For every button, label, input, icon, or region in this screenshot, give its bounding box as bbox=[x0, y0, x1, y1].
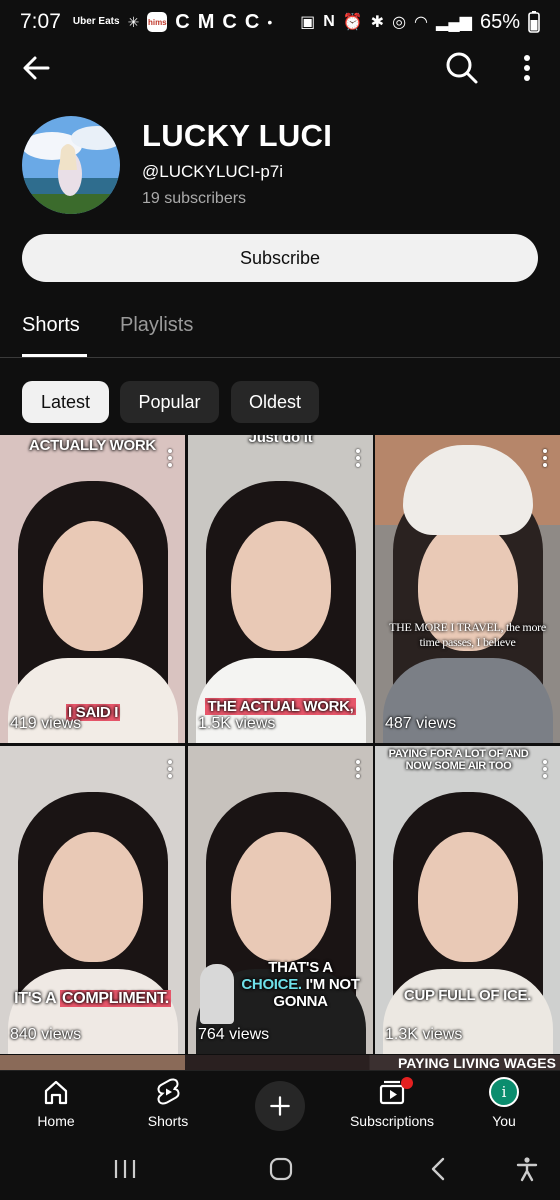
nav-home-label: Home bbox=[37, 1113, 75, 1129]
nav-shorts[interactable]: Shorts bbox=[118, 1077, 218, 1135]
battery-icon bbox=[528, 11, 540, 33]
nav-you[interactable]: i You bbox=[454, 1077, 554, 1135]
home-icon bbox=[44, 1080, 68, 1105]
fan-icon: ✳ bbox=[127, 14, 140, 30]
c-icon: C bbox=[244, 10, 260, 33]
status-time: 7:07 bbox=[20, 10, 61, 33]
bottom-navigation: Home Shorts Subscriptions i You bbox=[0, 1070, 560, 1136]
short-menu-button[interactable] bbox=[165, 449, 175, 469]
app-header bbox=[0, 44, 560, 92]
back-button[interactable] bbox=[18, 52, 58, 84]
short-views: 1.3K views bbox=[385, 1026, 463, 1043]
accessibility-icon bbox=[516, 1157, 538, 1182]
chip-popular[interactable]: Popular bbox=[120, 381, 219, 423]
short-views: 1.5K views bbox=[198, 715, 276, 732]
nav-subscriptions-label: Subscriptions bbox=[349, 1113, 435, 1129]
more-vertical-icon bbox=[524, 55, 530, 81]
short-menu-button[interactable] bbox=[540, 449, 550, 469]
hotspot-icon: ◎ bbox=[392, 14, 407, 31]
shorts-icon bbox=[157, 1078, 180, 1105]
nav-shorts-label: Shorts bbox=[147, 1113, 189, 1129]
short-caption: IT'S A COMPLIMENT. bbox=[14, 990, 171, 1007]
create-button[interactable] bbox=[255, 1081, 305, 1131]
shorts-grid: ACTUALLY WORK I SAID I 419 views Just do… bbox=[0, 435, 560, 1070]
short-caption: THE MORE I TRAVEL, the more time passes,… bbox=[389, 620, 546, 649]
battery-level: 65% bbox=[479, 10, 520, 33]
channel-name: LUCKY LUCI bbox=[142, 118, 333, 153]
bluetooth-icon: ✱ bbox=[370, 14, 385, 31]
lock-icon: ▣ bbox=[300, 14, 316, 31]
short-caption: CUP FULL OF ICE. bbox=[403, 987, 532, 1004]
short-menu-button[interactable] bbox=[540, 760, 550, 780]
uber-eats-icon: Uber Eats bbox=[72, 16, 120, 27]
short-caption-top: Just do it bbox=[248, 435, 313, 446]
alarm-icon: ⏰ bbox=[342, 14, 363, 31]
short-caption: I SAID I bbox=[66, 704, 121, 721]
short-menu-button[interactable] bbox=[165, 760, 175, 780]
avatar-image bbox=[22, 116, 120, 214]
short-views: 487 views bbox=[385, 715, 457, 732]
nav-home[interactable]: Home bbox=[6, 1077, 106, 1135]
short-caption-top: PAYING FOR A LOT OF AND NOW SOME AIR TOO bbox=[388, 748, 529, 772]
recent-apps-icon bbox=[114, 1160, 136, 1178]
hims-icon: hims bbox=[147, 12, 168, 32]
wifi-icon: ◠ bbox=[414, 14, 429, 31]
short-views: 419 views bbox=[10, 715, 82, 732]
dot-icon: • bbox=[267, 14, 273, 30]
chevron-left-icon bbox=[431, 1157, 445, 1181]
nfc-icon: N bbox=[323, 13, 335, 30]
tab-playlists[interactable]: Playlists bbox=[120, 314, 193, 337]
channel-header: LUCKY LUCI @LUCKYLUCI-p7i 19 subscribers bbox=[22, 112, 542, 222]
short-views: 764 views bbox=[198, 1026, 270, 1043]
home-system-button[interactable] bbox=[266, 1156, 296, 1182]
channel-tabs: Shorts Playlists bbox=[0, 300, 560, 358]
nav-you-label: You bbox=[492, 1113, 516, 1129]
system-navigation bbox=[0, 1136, 560, 1200]
short-views: 840 views bbox=[10, 1026, 82, 1043]
channel-handle: @LUCKYLUCI-p7i bbox=[142, 162, 284, 181]
short-caption: THE ACTUAL WORK, bbox=[205, 698, 356, 715]
short-thumbnail[interactable]: Just do it THE ACTUAL WORK, 1.5K views bbox=[188, 435, 373, 743]
short-caption: THAT'S A CHOICE. I'M NOT GONNA bbox=[241, 959, 360, 1010]
subscriber-count: 19 subscribers bbox=[142, 190, 247, 207]
short-thumbnail[interactable]: THAT'S A CHOICE. I'M NOT GONNA 764 views bbox=[188, 746, 373, 1054]
signal-icon: ▂▄▆ bbox=[436, 14, 472, 31]
channel-avatar[interactable] bbox=[22, 116, 120, 214]
c-icon: C bbox=[222, 10, 237, 33]
short-caption-partial: PAYING LIVING WAGES bbox=[398, 1055, 556, 1070]
chip-latest[interactable]: Latest bbox=[22, 381, 109, 423]
active-tab-indicator bbox=[22, 354, 87, 357]
nav-subscriptions[interactable]: Subscriptions bbox=[342, 1077, 442, 1135]
search-button[interactable] bbox=[444, 50, 480, 86]
status-bar: 7:07 Uber Eats ✳ hims C M C C • ▣ N ⏰ ✱ … bbox=[0, 0, 560, 44]
arrow-left-icon bbox=[23, 56, 50, 80]
short-thumbnail[interactable]: ACTUALLY WORK I SAID I 419 views bbox=[0, 435, 185, 743]
subscribe-button[interactable]: Subscribe bbox=[22, 234, 538, 282]
short-thumbnail[interactable]: IT'S A COMPLIMENT. 840 views bbox=[0, 746, 185, 1054]
short-menu-button[interactable] bbox=[353, 449, 363, 469]
home-circle-icon bbox=[269, 1157, 293, 1181]
you-avatar-icon: i bbox=[489, 1077, 519, 1107]
chip-oldest[interactable]: Oldest bbox=[231, 381, 319, 423]
short-menu-button[interactable] bbox=[353, 760, 363, 780]
c-icon: C bbox=[175, 10, 190, 33]
search-icon bbox=[446, 52, 478, 84]
back-system-button[interactable] bbox=[424, 1156, 454, 1182]
plus-icon bbox=[270, 1096, 290, 1116]
gmail-icon: M bbox=[197, 10, 215, 33]
short-caption-top: ACTUALLY WORK bbox=[29, 437, 156, 454]
short-thumbnail[interactable]: THE MORE I TRAVEL, the more time passes,… bbox=[375, 435, 560, 743]
more-options-button[interactable] bbox=[512, 50, 542, 86]
accessibility-button[interactable] bbox=[512, 1156, 542, 1182]
tab-shorts[interactable]: Shorts bbox=[22, 314, 80, 337]
short-thumbnail[interactable]: PAYING FOR A LOT OF AND NOW SOME AIR TOO… bbox=[375, 746, 560, 1054]
notification-dot bbox=[401, 1077, 413, 1089]
recent-apps-button[interactable] bbox=[110, 1156, 140, 1182]
